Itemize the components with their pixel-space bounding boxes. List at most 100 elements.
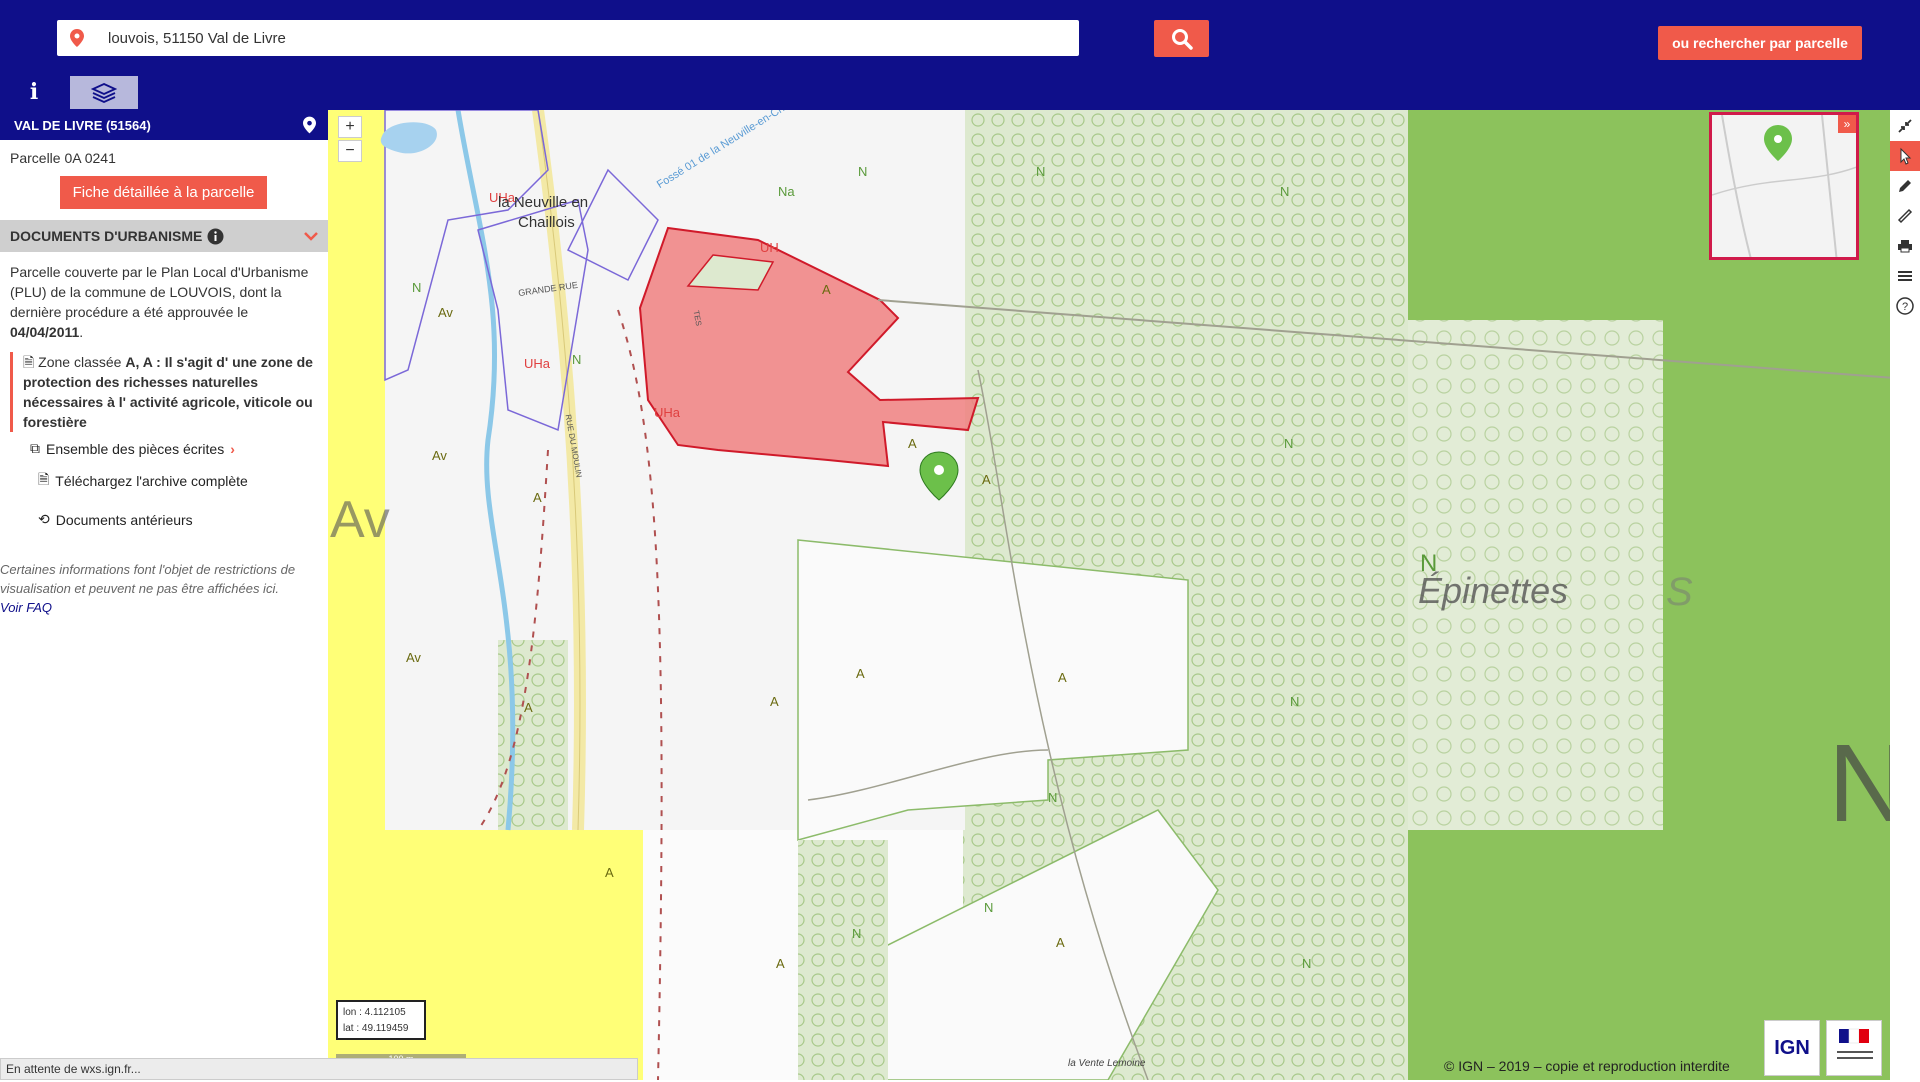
plu-date: 04/04/2011 — [10, 324, 80, 340]
zone-label-uh: UH — [760, 240, 779, 255]
zone-label-na: Na — [778, 184, 795, 199]
parcel-detail-button[interactable]: Fiche détaillée à la parcelle — [60, 176, 267, 209]
map-view[interactable]: UHa UH UHa UHa la Neuville en Chaillois … — [328, 110, 1920, 1080]
water-body-icon — [380, 122, 437, 154]
compress-icon — [1898, 119, 1912, 133]
place-label-vente: la Vente Lemoine — [1068, 1058, 1146, 1069]
coordinates-readout: lon : 4.112105 lat : 49.119459 — [336, 1000, 426, 1040]
zone-label-n-8: N — [852, 926, 862, 941]
zone-label-av-3: Av — [406, 650, 421, 665]
overview-map[interactable]: » — [1709, 112, 1859, 260]
list-icon — [1898, 271, 1912, 281]
copy-documents-icon: ⧉ — [30, 440, 40, 456]
zone-label-a-7: A — [776, 956, 785, 971]
zone-label-a-8: A — [533, 490, 542, 505]
zone-label-a-4: A — [856, 666, 865, 681]
zone-label-n-9: N — [572, 352, 582, 367]
zone-label-av: Av — [438, 305, 453, 320]
zone-label-a-11: A — [1056, 935, 1065, 950]
zone-label-n-10: N — [1302, 956, 1312, 971]
printer-icon — [1898, 240, 1912, 253]
pointer-icon — [1900, 147, 1912, 165]
zone-label-a: A — [908, 436, 917, 451]
ruler-icon — [1897, 208, 1913, 224]
svg-text:?: ? — [1902, 301, 1908, 313]
zone-label-a-3: A — [822, 282, 831, 297]
faq-link[interactable]: Voir FAQ — [0, 600, 52, 615]
overview-map-canvas — [1712, 115, 1856, 257]
zone-label-n-6: N — [1048, 790, 1058, 805]
commune-header: VAL DE LIVRE (51564) — [0, 110, 328, 140]
print-button[interactable] — [1890, 231, 1920, 261]
search-icon — [1171, 28, 1193, 50]
zone-classification: 🗎 Zone classée A, A : Il s'agit d' une z… — [10, 352, 318, 432]
download-archive-link[interactable]: 🗎 Téléchargez l'archive complète — [30, 469, 328, 493]
zoom-in-button[interactable]: + — [338, 116, 362, 138]
zone-label-n-3: N — [1280, 184, 1290, 199]
layers-icon — [91, 82, 117, 103]
urbanism-docs-header[interactable]: DOCUMENTS D'URBANISME — [0, 220, 328, 252]
chevron-right-icon: › — [230, 440, 235, 457]
zone-label-n-2: N — [1036, 164, 1046, 179]
zone-label-av-2: Av — [432, 448, 447, 463]
zone-label-a-5: A — [770, 694, 779, 709]
map-toolbar: ? — [1890, 110, 1920, 1080]
government-logo — [1826, 1020, 1882, 1076]
zone-label-n-4: N — [1284, 436, 1294, 451]
village-label-2: Chaillois — [518, 214, 575, 231]
place-label-n-big: N — [1420, 550, 1438, 577]
parcel-id: Parcelle 0A 0241 — [10, 150, 116, 166]
layers-button[interactable] — [70, 76, 138, 109]
plu-description: Parcelle couverte par le Plan Local d'Ur… — [10, 264, 309, 340]
draw-tool-button[interactable] — [1890, 171, 1920, 201]
french-flag-icon — [1837, 1028, 1873, 1059]
zone-label-a-6: A — [1058, 670, 1067, 685]
search-button[interactable] — [1154, 20, 1209, 57]
download-file-icon: 🗎 — [38, 471, 50, 487]
ign-logo[interactable]: IGN — [1764, 1020, 1820, 1076]
restrictions-note: Certaines informations font l'objet de r… — [0, 562, 296, 615]
chevron-down-icon[interactable] — [304, 231, 318, 241]
zone-label-uha-3: UHa — [654, 405, 681, 420]
village-label: la Neuville en — [498, 194, 589, 211]
n-zone-strip-2 — [798, 840, 888, 1080]
latitude-value: lat : 49.119459 — [343, 1023, 409, 1034]
info-icon[interactable]: i — [22, 78, 46, 106]
commune-name: VAL DE LIVRE (51564) — [14, 117, 151, 133]
address-search-box[interactable] — [57, 20, 1079, 56]
pencil-icon — [1899, 180, 1911, 192]
written-documents-link[interactable]: ⧉ Ensemble des pièces écrites › — [30, 440, 328, 457]
copyright-notice: © IGN – 2019 – copie et reproduction int… — [1444, 1058, 1730, 1074]
zoom-out-button[interactable]: − — [338, 140, 362, 162]
zone-label-a-10: A — [605, 865, 614, 880]
place-label-s: S — [1666, 570, 1693, 614]
search-by-parcel-button[interactable]: ou rechercher par parcelle — [1658, 26, 1862, 60]
browser-status-bar: En attente de wxs.ign.fr... — [0, 1058, 638, 1080]
map-marker-icon[interactable] — [303, 116, 316, 134]
select-tool-button[interactable] — [1890, 141, 1920, 171]
address-search-input[interactable] — [108, 29, 1008, 47]
overview-collapse-button[interactable]: » — [1838, 115, 1856, 133]
info-panel: VAL DE LIVRE (51564) Parcelle 0A 0241 Fi… — [0, 110, 328, 1060]
help-button[interactable]: ? — [1890, 291, 1920, 321]
zone-label-n: N — [858, 164, 868, 179]
history-icon: ⟲ — [38, 511, 50, 527]
previous-documents-link[interactable]: ⟲ Documents antérieurs — [30, 511, 328, 528]
location-pin-icon — [70, 29, 84, 47]
zone-label-a-2: A — [982, 472, 991, 487]
place-label-av-big: Av — [330, 491, 390, 549]
place-label-epinettes: Épinettes — [1418, 570, 1569, 611]
zone-label-n-7: N — [984, 900, 994, 915]
zone-label-a-9: A — [524, 700, 533, 715]
help-circle-icon: ? — [1896, 297, 1914, 315]
zone-label-uha-2: UHa — [524, 356, 551, 371]
top-bar: ou rechercher par parcelle i — [0, 0, 1920, 110]
zone-label-n-5: N — [1290, 694, 1300, 709]
zone-label-n-11: N — [412, 280, 422, 295]
document-icon: 🗎 — [23, 354, 35, 370]
info-circle-icon[interactable] — [207, 228, 224, 245]
urbanism-docs-title: DOCUMENTS D'URBANISME — [10, 228, 203, 244]
legend-button[interactable] — [1890, 261, 1920, 291]
fullscreen-exit-button[interactable] — [1890, 111, 1920, 141]
measure-tool-button[interactable] — [1890, 201, 1920, 231]
